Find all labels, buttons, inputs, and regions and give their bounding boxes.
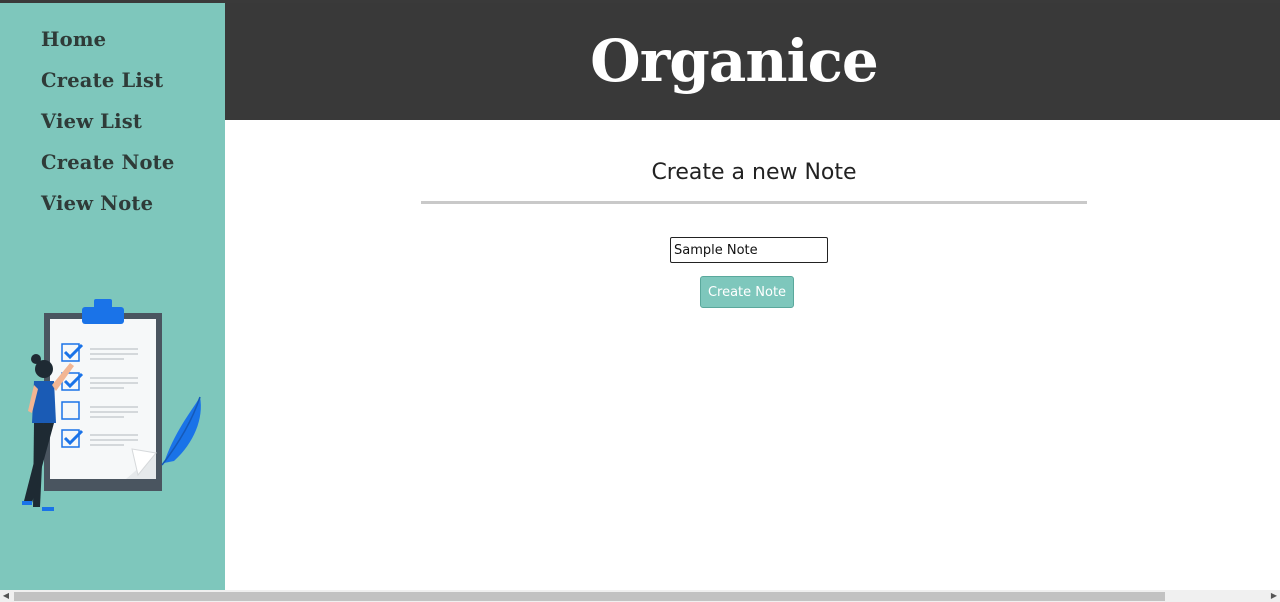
- left-arrow-icon[interactable]: ◀: [0, 590, 12, 602]
- right-arrow-icon[interactable]: ▶: [1268, 590, 1280, 602]
- main-content: Create a new Note Create Note: [225, 120, 1280, 590]
- app-header: Organice: [225, 3, 1280, 120]
- sidebar-item-create-note[interactable]: Create Note: [41, 150, 174, 191]
- page-title: Create a new Note: [651, 160, 857, 185]
- checklist-illustration: [22, 299, 201, 511]
- sidebar-item-view-note[interactable]: View Note: [41, 191, 174, 232]
- brand-title: Organice: [590, 27, 879, 95]
- scrollbar-thumb[interactable]: [14, 592, 1165, 601]
- sidebar-item-view-list[interactable]: View List: [41, 109, 174, 150]
- create-note-button[interactable]: Create Note: [700, 276, 794, 308]
- note-name-input[interactable]: [670, 237, 828, 263]
- sidebar-nav: Home Create List View List Create Note V…: [41, 27, 174, 232]
- sidebar-item-home[interactable]: Home: [41, 27, 174, 68]
- sidebar-item-create-list[interactable]: Create List: [41, 68, 174, 109]
- sidebar: Home Create List View List Create Note V…: [0, 3, 225, 590]
- horizontal-scrollbar[interactable]: ◀ ▶: [0, 590, 1280, 602]
- title-divider: [421, 201, 1087, 204]
